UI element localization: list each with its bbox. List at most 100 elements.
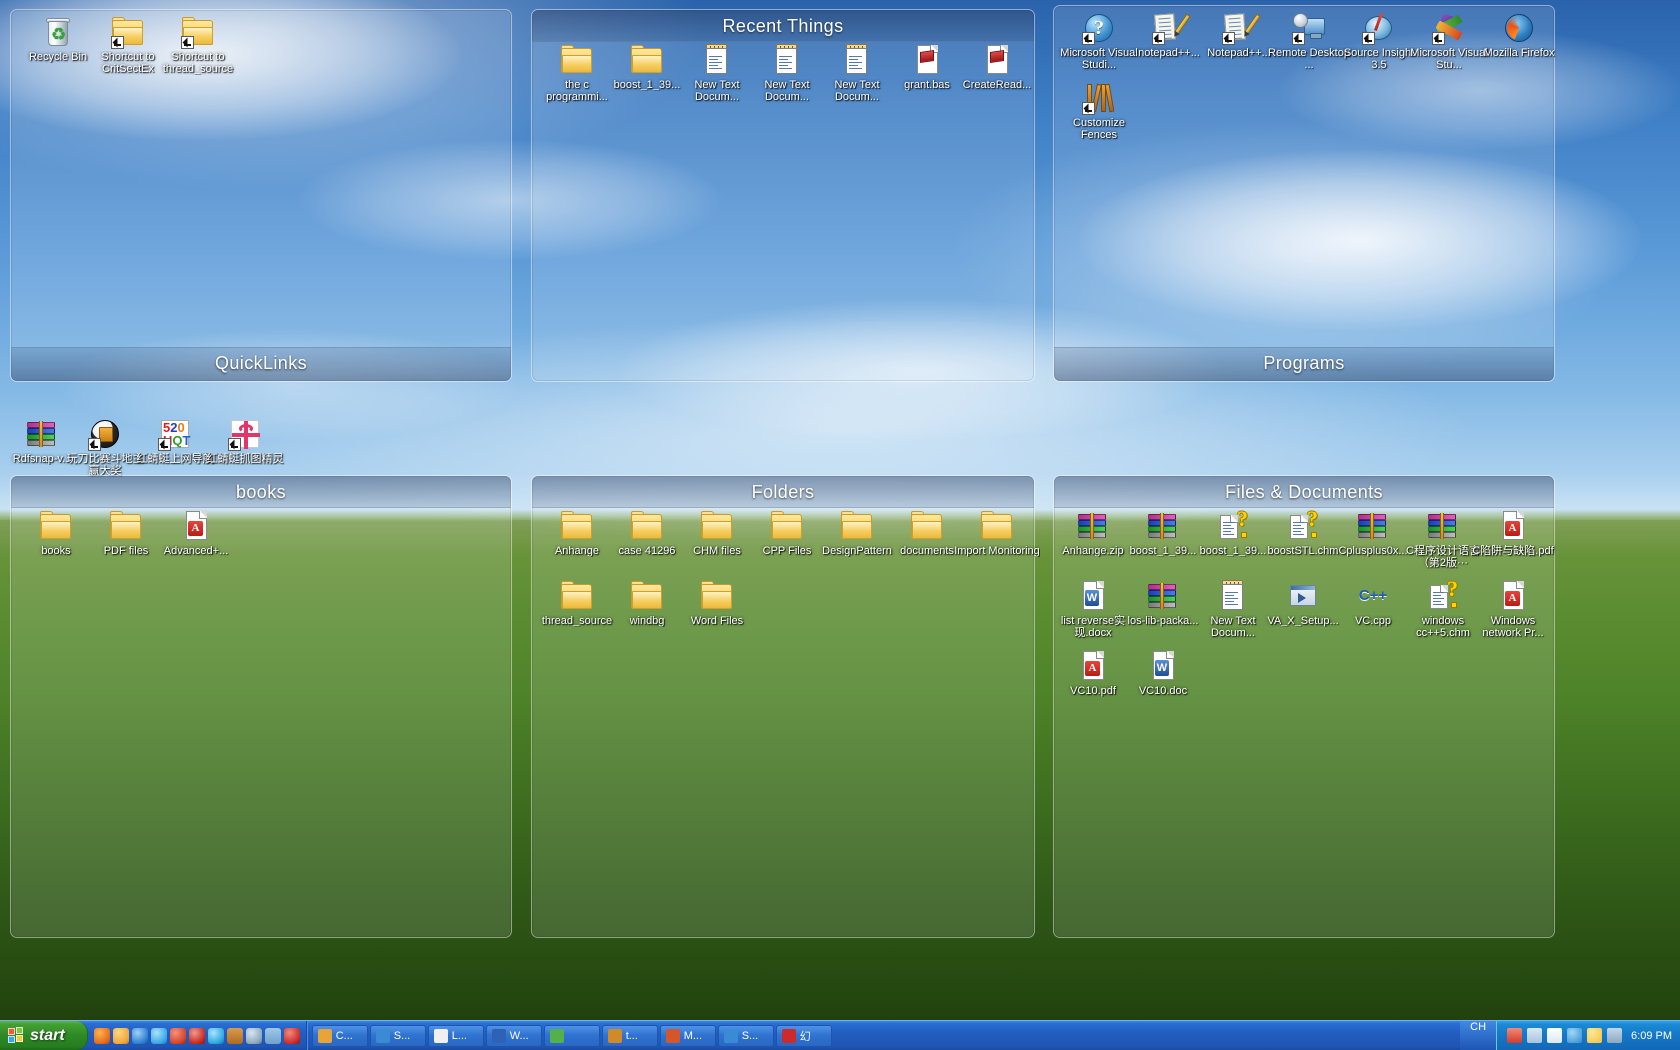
shortcut-overlay-icon xyxy=(111,36,124,49)
task-label: W... xyxy=(509,1029,529,1042)
folder-icon xyxy=(701,580,733,612)
task-icon xyxy=(317,1028,332,1043)
start-label: start xyxy=(30,1026,65,1044)
icon-label: Import Monitoring xyxy=(954,545,1040,557)
desktop-icon-import-monitoring[interactable]: Import Monitoring xyxy=(954,510,1040,557)
taskbar[interactable]: start C... S... L... W... t... M... S...… xyxy=(0,1020,1680,1050)
system-tray[interactable]: 6:09 PM xyxy=(1496,1021,1680,1050)
remote-desktop-icon xyxy=(1292,12,1325,45)
folder-icon xyxy=(771,510,803,542)
desktop-icon-windows-network-pr-pdf[interactable]: A Windows network Pr... xyxy=(1470,580,1556,639)
word-doc-icon: W xyxy=(1077,580,1109,612)
fences-tray-icon[interactable] xyxy=(1607,1028,1623,1043)
icon-label: VC10.doc xyxy=(1138,685,1188,697)
task-button[interactable]: t... xyxy=(601,1024,658,1047)
task-button[interactable]: W... xyxy=(485,1024,542,1047)
taskbar-clock[interactable]: 6:09 PM xyxy=(1627,1030,1672,1042)
icon-label: Mozilla Firefox xyxy=(1483,47,1555,59)
antivirus-tray-icon[interactable] xyxy=(1567,1028,1583,1043)
shortcut-overlay-icon xyxy=(1292,32,1305,45)
folder-icon xyxy=(561,510,593,542)
icon-label: Shortcut to thread_source xyxy=(162,51,234,75)
task-label: t... xyxy=(625,1029,638,1042)
task-label: M... xyxy=(683,1029,703,1042)
cpp-source-icon: C++ xyxy=(1358,587,1388,604)
word-doc-icon: W xyxy=(1147,650,1179,682)
desktop-icon-hongqingting-capture[interactable]: 红蜻蜓抓图精灵 xyxy=(202,418,288,465)
firefox-quick-icon[interactable] xyxy=(93,1027,110,1044)
icon-grid-programs: ? Microsoft Visual Studi... notepad++...… xyxy=(1054,6,1554,381)
desktop-icon-mozilla-firefox[interactable]: Mozilla Firefox xyxy=(1476,12,1562,59)
task-button[interactable]: M... xyxy=(659,1024,716,1047)
fence-recent-things[interactable]: Recent Things the c programmi... boost_1… xyxy=(531,9,1035,382)
folder-icon xyxy=(631,44,663,76)
update-tray-icon[interactable] xyxy=(1587,1028,1603,1043)
fence-books[interactable]: books books PDF files A Advanced+... xyxy=(10,475,512,938)
fence-folders[interactable]: Folders Anhange case 41296 CHM files CPP… xyxy=(531,475,1040,938)
folder-icon xyxy=(911,510,943,542)
desktop-icon-shortcut-thread-source[interactable]: Shortcut to thread_source xyxy=(155,16,241,75)
task-button-list[interactable]: C... S... L... W... t... M... S... 幻 xyxy=(307,1021,1460,1050)
desktop-icon-customize-fences[interactable]: Customize Fences xyxy=(1056,82,1142,141)
task-button[interactable]: L... xyxy=(427,1024,484,1047)
language-indicator[interactable]: CH xyxy=(1460,1021,1497,1050)
skype-quick-icon[interactable] xyxy=(207,1027,224,1044)
shortcut-overlay-icon xyxy=(1082,102,1095,115)
task-icon xyxy=(433,1028,448,1043)
fence-quicklinks[interactable]: QuickLinks ♻ Recycle Bin Shortcut to Cri… xyxy=(10,9,512,382)
chm-help-icon: ? xyxy=(1287,508,1319,542)
ie-quick-icon[interactable] xyxy=(131,1027,148,1044)
task-button[interactable]: 幻 xyxy=(775,1024,832,1047)
task-button[interactable]: S... xyxy=(717,1024,774,1047)
fence-files-documents[interactable]: Files & Documents Anhange.zip boost_1_39… xyxy=(1053,475,1555,938)
task-button[interactable]: C... xyxy=(311,1024,368,1047)
network-tray-icon[interactable] xyxy=(1527,1028,1543,1043)
quick-launch-bar[interactable] xyxy=(88,1021,307,1050)
chinese-app-quick-icon[interactable] xyxy=(283,1027,300,1044)
task-button[interactable]: S... xyxy=(369,1024,426,1047)
setup-exe-icon xyxy=(1287,580,1319,612)
desktop-icon-vc10-doc[interactable]: W VC10.doc xyxy=(1120,650,1206,697)
shortcut-overlay-icon xyxy=(228,438,241,451)
task-label: S... xyxy=(741,1029,759,1042)
fences-icon xyxy=(1082,82,1115,115)
folder-icon xyxy=(841,510,873,542)
opera-quick-icon[interactable] xyxy=(188,1027,205,1044)
start-button[interactable]: start xyxy=(0,1021,88,1050)
shortcut-overlay-icon xyxy=(1152,32,1165,45)
task-button[interactable] xyxy=(543,1024,600,1047)
archive-quick-icon[interactable] xyxy=(226,1027,243,1044)
game-disc-icon xyxy=(88,418,121,451)
folder-icon xyxy=(631,580,663,612)
chm-help-icon: ? xyxy=(1427,578,1459,612)
volume-tray-icon[interactable] xyxy=(1547,1028,1563,1043)
folder-icon xyxy=(110,510,142,542)
task-icon xyxy=(723,1028,738,1043)
desktop-icon-advanced-pdf[interactable]: A Advanced+... xyxy=(153,510,239,557)
ime-tray-icon[interactable] xyxy=(1507,1028,1523,1043)
desktop[interactable]: QuickLinks ♻ Recycle Bin Shortcut to Cri… xyxy=(0,0,1680,1050)
media-quick-icon[interactable] xyxy=(150,1027,167,1044)
maxthon-quick-icon[interactable] xyxy=(169,1027,186,1044)
task-icon xyxy=(491,1028,506,1043)
browser-quick-icon[interactable] xyxy=(112,1027,129,1044)
winrar-archive-icon xyxy=(1147,510,1179,542)
icon-grid-recent-things: the c programmi... boost_1_39... New Tex… xyxy=(532,10,1034,381)
folder-icon xyxy=(181,16,214,49)
search-quick-icon[interactable] xyxy=(245,1027,262,1044)
task-label: C... xyxy=(335,1029,353,1042)
desktop-icon-c-traps-pitfalls-pdf[interactable]: A C陷阱与缺陷.pdf xyxy=(1470,510,1556,557)
desktop-quick-icon[interactable] xyxy=(264,1027,281,1044)
icon-grid-files-documents: Anhange.zip boost_1_39... ? boost_1_39..… xyxy=(1054,476,1554,937)
folder-icon xyxy=(981,510,1013,542)
task-icon xyxy=(607,1028,622,1043)
fence-programs[interactable]: Programs ? Microsoft Visual Studi... not… xyxy=(1053,5,1555,382)
pdf-icon: A xyxy=(1497,510,1529,542)
shortcut-overlay-icon xyxy=(181,36,194,49)
icon-grid-folders: Anhange case 41296 CHM files CPP Files D… xyxy=(532,476,1040,937)
icon-grid-quicklinks: ♻ Recycle Bin Shortcut to CritSectEx Sho… xyxy=(11,10,511,381)
recycle-bin-icon: ♻ xyxy=(42,16,74,48)
shortcut-overlay-icon xyxy=(1362,32,1375,45)
desktop-icon-word-files[interactable]: Word Files xyxy=(674,580,760,627)
desktop-icon-createread[interactable]: CreateRead... xyxy=(954,44,1040,91)
